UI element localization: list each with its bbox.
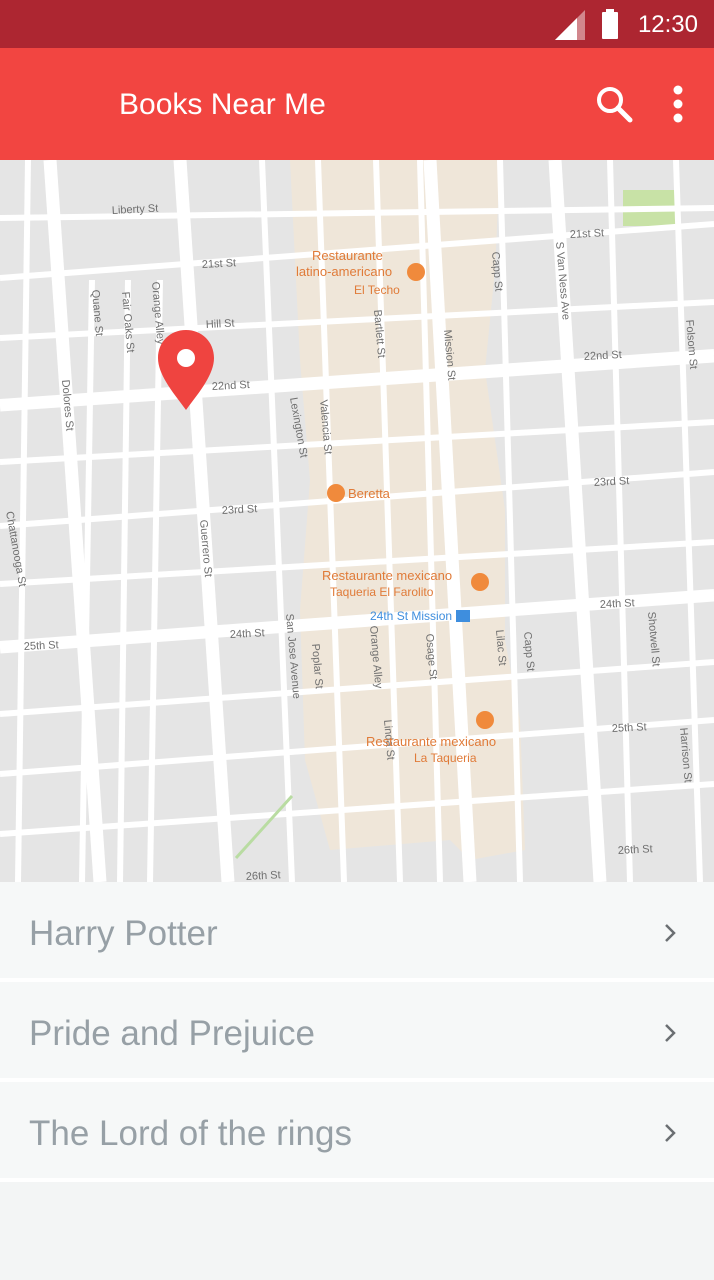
map-place-name: Taqueria El Farolito [330,585,434,599]
signal-icon [555,10,585,40]
map-street-label: 25th St [612,721,647,735]
map-place-name: El Techo [354,283,400,297]
page-title: Books Near Me [119,88,326,121]
map-street-label: 21st St [202,257,237,271]
map-street-label: 22nd St [212,379,250,393]
map-street-label: 26th St [246,869,281,882]
restaurant-icon[interactable] [476,711,494,729]
map-street-label: Hill St [206,318,235,331]
list-item[interactable]: The Lord of the rings [0,1082,714,1182]
list-item[interactable]: Pride and Prejuice [0,982,714,1082]
list-item[interactable]: Harry Potter [0,882,714,982]
map-street-label: 22nd St [584,349,622,363]
restaurant-icon[interactable] [471,573,489,591]
map-view[interactable]: Liberty St 21st St Hill St 22nd St 23rd … [0,160,714,882]
map-place-name: Restaurante mexicano [322,568,452,583]
map-place-name: latino-americano [296,264,392,279]
restaurant-icon[interactable] [327,484,345,502]
book-title: The Lord of the rings [29,1114,352,1153]
battery-icon [602,9,618,39]
map-street-label: 25th St [24,639,59,653]
book-list: Harry Potter Pride and Prejuice The Lord… [0,882,714,1182]
restaurant-icon[interactable] [407,263,425,281]
map-place-name: Restaurante [312,248,383,263]
map-street-label: Liberty St [112,203,159,217]
map-street-label: 23rd St [222,503,258,517]
transit-stop-name: 24th St Mission [370,609,452,623]
transit-icon [456,610,470,622]
app-bar: Books Near Me [0,48,714,160]
status-time: 12:30 [637,11,698,38]
chevron-right-icon [665,1024,676,1042]
chevron-right-icon [665,1124,676,1142]
chevron-right-icon [665,924,676,942]
map-canvas[interactable]: Liberty St 21st St Hill St 22nd St 23rd … [0,160,714,882]
map-street-label: 24th St [600,597,635,611]
map-street-label: 23rd St [594,475,630,489]
map-street-label: 24th St [230,627,265,641]
map-place-name: Restaurante mexicano [366,734,496,749]
map-street-label: 26th St [618,843,653,857]
map-place-name: La Taqueria [414,751,477,765]
book-title: Harry Potter [29,914,218,953]
map-street-label: 21st St [570,227,605,241]
search-icon[interactable] [590,80,638,128]
map-place[interactable]: Beretta [327,484,391,502]
map-place-name: Beretta [348,486,391,501]
more-vert-icon[interactable] [660,80,696,128]
status-bar: 12:30 [0,0,714,48]
overflow-menu-button[interactable] [660,80,696,128]
book-title: Pride and Prejuice [29,1014,315,1053]
search-button[interactable] [590,80,638,128]
